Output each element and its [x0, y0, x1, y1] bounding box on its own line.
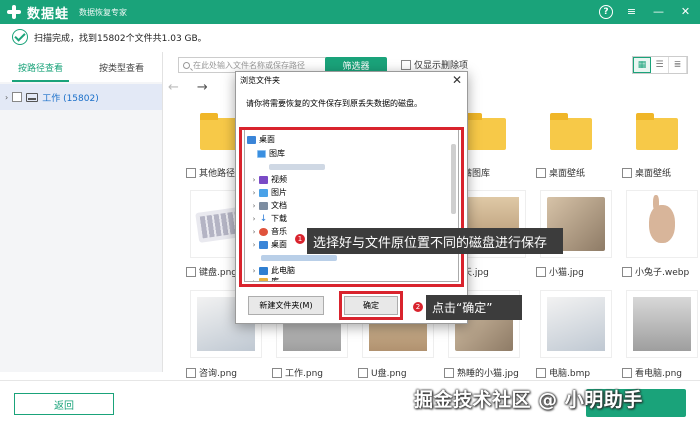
drive-icon: [26, 92, 39, 102]
step-badge-1: 1: [294, 233, 306, 245]
search-icon: [183, 61, 190, 69]
item-label: 桌面壁纸: [635, 169, 672, 179]
left-panel: 按路径查看 按类型查看 › 工作 (15802): [0, 52, 163, 372]
folder-icon: [464, 113, 506, 150]
file-item[interactable]: 看电脑.png: [618, 290, 700, 379]
new-folder-button[interactable]: 新建文件夹(M): [248, 296, 324, 315]
browse-folder-dialog: 浏览文件夹 ✕ 请你将需要恢复的文件保存到原丢失数据的磁盘。 桌面 图库 › 视…: [235, 71, 468, 324]
item-checkbox[interactable]: [622, 167, 632, 178]
app-name: 数据蛙: [27, 6, 70, 22]
only-deleted-label: 仅显示删除项: [414, 61, 469, 71]
step-badge-2: 2: [412, 301, 424, 313]
minimize-icon[interactable]: —: [650, 3, 667, 20]
only-deleted-toggle[interactable]: 仅显示删除项: [401, 58, 468, 71]
file-item[interactable]: 小兔子.webp: [618, 190, 700, 278]
tab-by-path[interactable]: 按路径查看: [0, 52, 81, 82]
item-label: U盘.png: [371, 369, 407, 379]
folder-icon: [550, 113, 592, 150]
file-item[interactable]: 桌面壁纸: [532, 96, 620, 179]
callout-step-2: 点击“确定”: [426, 295, 522, 320]
item-label: 小猫.jpg: [549, 268, 584, 278]
detail-view-icon[interactable]: ≣: [669, 57, 687, 73]
check-circle-icon: [12, 29, 28, 45]
rabbit-thumbnail: [649, 195, 675, 243]
item-label: 咨询.png: [199, 369, 237, 379]
item-checkbox[interactable]: [622, 367, 632, 378]
item-checkbox[interactable]: [622, 266, 632, 277]
tree-item-label: 工作 (15802): [42, 93, 99, 104]
highlight-box-ok: [339, 291, 403, 320]
photo-thumbnail: [547, 297, 605, 351]
item-checkbox[interactable]: [272, 367, 282, 378]
file-item[interactable]: 电脑.bmp: [532, 290, 620, 379]
only-deleted-checkbox[interactable]: [401, 59, 411, 70]
view-switch: ▦ ☰ ≣: [632, 56, 688, 74]
item-label: 键盘.png: [199, 268, 237, 278]
close-icon[interactable]: ✕: [677, 3, 694, 20]
scan-status-text: 扫描完成，找到15802个文件共1.03 GB。: [34, 33, 207, 44]
callout-step-1: 选择好与文件原位置不同的磁盘进行保存: [307, 228, 563, 254]
item-checkbox[interactable]: [186, 266, 196, 277]
scan-status-bar: 扫描完成，找到15802个文件共1.03 GB。: [0, 24, 700, 50]
app-subtitle: 数据恢复专家: [79, 7, 128, 17]
watermark: 掘金技术社区 @ 小明助手: [414, 389, 643, 411]
item-checkbox[interactable]: [358, 367, 368, 378]
item-label: 桌面壁纸: [549, 169, 586, 179]
item-checkbox[interactable]: [536, 266, 546, 277]
file-item[interactable]: 桌面壁纸: [618, 96, 700, 179]
item-label: 其他路径: [199, 169, 236, 179]
back-button[interactable]: 返回: [14, 393, 114, 415]
item-checkbox[interactable]: [444, 367, 454, 378]
item-label: 看电脑.png: [635, 369, 682, 379]
search-placeholder: 在此处输入文件名称或保存路径: [193, 60, 305, 70]
dialog-title: 浏览文件夹: [240, 75, 280, 85]
tab-by-type[interactable]: 按类型查看: [81, 52, 162, 82]
highlight-box-tree: [239, 127, 464, 287]
title-bar: 数据蛙 数据恢复专家 ? ≡ — ✕: [0, 0, 700, 24]
item-checkbox[interactable]: [536, 367, 546, 378]
menu-icon[interactable]: ≡: [623, 3, 640, 20]
item-label: 熟睡的小猫.jpg: [457, 369, 519, 379]
item-checkbox[interactable]: [186, 367, 196, 378]
chevron-right-icon[interactable]: ›: [5, 93, 8, 102]
dialog-close-icon[interactable]: ✕: [452, 73, 462, 87]
tree-item-work[interactable]: › 工作 (15802): [0, 84, 162, 110]
item-checkbox[interactable]: [536, 167, 546, 178]
photo-thumbnail: [633, 297, 691, 351]
list-view-icon[interactable]: ☰: [651, 57, 669, 73]
tree-checkbox[interactable]: [12, 92, 23, 102]
folder-icon: [636, 113, 678, 150]
app-logo-icon: [6, 4, 22, 20]
grid-view-icon[interactable]: ▦: [633, 57, 651, 73]
item-label: 电脑.bmp: [549, 369, 591, 379]
dialog-description: 请你将需要恢复的文件保存到原丢失数据的磁盘。: [246, 99, 422, 108]
help-icon[interactable]: ?: [599, 4, 613, 19]
item-label: 小兔子.webp: [635, 268, 690, 278]
item-label: 工作.png: [285, 369, 323, 379]
item-checkbox[interactable]: [186, 167, 196, 178]
